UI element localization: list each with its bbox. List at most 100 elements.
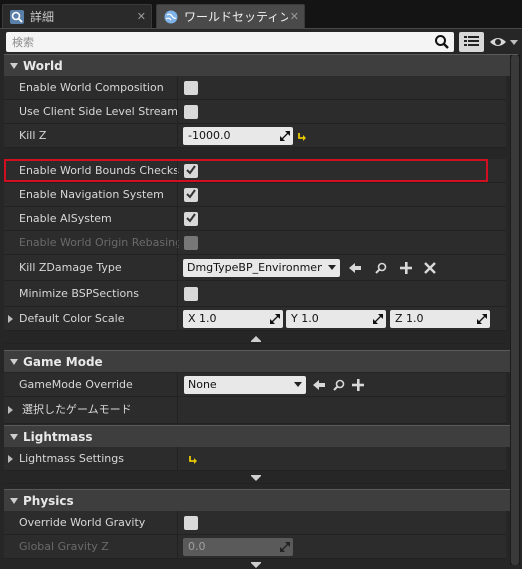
close-icon[interactable]: ✕ (137, 10, 146, 23)
column-divider (177, 124, 178, 148)
add-plus-icon[interactable] (400, 262, 412, 274)
global-gravity-z-field: 0.0 (183, 538, 293, 556)
property-label: Use Client Side Level Streaming (19, 105, 179, 118)
property-label: Lightmass Settings (19, 452, 124, 465)
view-options-button[interactable] (459, 32, 484, 52)
expand-advanced-row[interactable] (4, 559, 506, 569)
chevron-down-icon (251, 475, 261, 481)
category-lightmass[interactable]: Lightmass (4, 425, 518, 447)
property-global-gravity-z: Global Gravity Z 0.0 (4, 535, 506, 559)
property-label: Global Gravity Z (19, 540, 109, 553)
use-client-side-level-streaming-checkbox[interactable] (184, 105, 198, 119)
chevron-down-icon (294, 382, 302, 387)
vertical-scrollbar[interactable] (510, 55, 520, 565)
spacer (4, 148, 506, 159)
gamemode-override-dropdown[interactable]: None (184, 376, 306, 394)
property-label: Default Color Scale (19, 312, 125, 325)
category-physics-label: Physics (23, 493, 74, 508)
enable-world-composition-checkbox[interactable] (184, 81, 198, 95)
property-enable-world-composition: Enable World Composition (4, 76, 506, 100)
expand-arrow-icon[interactable] (8, 315, 13, 323)
chevron-up-icon (251, 336, 261, 342)
browse-magnifier-icon[interactable] (333, 379, 345, 391)
property-override-world-gravity: Override World Gravity (4, 511, 506, 535)
world-globe-icon (164, 10, 178, 23)
expand-arrow-icon[interactable] (8, 406, 13, 414)
collapse-arrow-icon (10, 62, 18, 69)
global-gravity-z-value: 0.0 (188, 540, 206, 553)
category-world[interactable]: World (4, 54, 518, 76)
reset-to-default-icon[interactable] (297, 131, 307, 141)
checkmark-icon (186, 213, 196, 223)
property-minimize-bsp-sections: Minimize BSPSections (4, 281, 506, 307)
property-kill-z-damage-type: Kill ZDamage Type DmgTypeBP_Environmenta… (4, 255, 506, 281)
color-scale-x-field[interactable]: X 1.0 (183, 310, 283, 328)
kill-z-damage-type-dropdown[interactable]: DmgTypeBP_Environmental (183, 259, 340, 277)
dropdown-value: None (188, 378, 217, 391)
collapse-arrow-icon (10, 497, 18, 504)
column-divider (177, 100, 178, 124)
column-divider (177, 397, 178, 424)
use-selected-arrow-icon[interactable] (313, 379, 325, 391)
color-scale-y-field[interactable]: Y 1.0 (286, 310, 386, 328)
minimize-bsp-sections-checkbox[interactable] (184, 287, 198, 301)
drag-arrows-icon (270, 314, 280, 324)
chevron-down-icon (328, 265, 336, 270)
property-lightmass-settings: Lightmass Settings (4, 447, 506, 471)
category-lightmass-label: Lightmass (23, 429, 93, 444)
property-label: Kill Z (19, 129, 47, 142)
checkmark-icon (186, 189, 196, 199)
column-divider (177, 373, 178, 397)
property-use-client-side-level-streaming: Use Client Side Level Streaming (4, 100, 506, 124)
tab-details-label: 詳細 (30, 10, 55, 24)
enable-navigation-system-checkbox[interactable] (184, 188, 198, 202)
property-enable-navigation-system: Enable Navigation System (4, 183, 506, 207)
property-label: Override World Gravity (19, 516, 146, 529)
tab-details[interactable]: 詳細 ✕ (2, 4, 152, 28)
property-label: 選択したゲームモード (22, 403, 132, 416)
collapse-arrow-icon (10, 358, 18, 365)
property-enable-ai-system: Enable AISystem (4, 207, 506, 231)
add-plus-icon[interactable] (352, 379, 364, 391)
collapse-advanced-row[interactable] (4, 332, 506, 344)
eye-icon (490, 38, 518, 46)
details-magnifier-icon (10, 9, 24, 24)
tab-world-settings[interactable]: ワールドセッティング ✕ (156, 4, 305, 28)
property-label: Enable World Origin Rebasing (19, 236, 179, 249)
color-scale-y-value: Y 1.0 (291, 312, 319, 325)
drag-arrows-icon (477, 314, 487, 324)
visibility-button[interactable] (488, 32, 520, 52)
enable-ai-system-checkbox[interactable] (184, 212, 198, 226)
column-divider (177, 207, 178, 231)
property-label: Enable AISystem (19, 212, 112, 225)
column-divider (177, 281, 178, 307)
scrollbar-thumb[interactable] (511, 55, 519, 565)
category-game-mode[interactable]: Game Mode (4, 350, 518, 372)
property-default-color-scale: Default Color Scale X 1.0 Y 1.0 Z 1.0 (4, 307, 506, 331)
property-selected-game-mode: 選択したゲームモード (4, 397, 506, 424)
close-icon[interactable]: ✕ (290, 10, 299, 23)
highlight-box (4, 159, 488, 182)
clear-x-icon[interactable] (424, 262, 436, 274)
search-icon[interactable] (434, 34, 450, 50)
category-physics[interactable]: Physics (4, 489, 518, 511)
expand-advanced-row[interactable] (4, 472, 506, 484)
expand-arrow-icon[interactable] (8, 455, 13, 463)
search-input[interactable] (6, 32, 432, 52)
search-box (6, 32, 454, 52)
column-divider (177, 447, 178, 471)
color-scale-z-value: Z 1.0 (395, 312, 424, 325)
override-world-gravity-checkbox[interactable] (184, 516, 198, 530)
kill-z-field[interactable]: -1000.0 (183, 127, 293, 145)
search-row (0, 28, 522, 55)
reset-to-default-icon[interactable] (188, 454, 198, 464)
drag-arrows-icon (373, 314, 383, 324)
color-scale-x-value: X 1.0 (188, 312, 217, 325)
use-selected-arrow-icon[interactable] (349, 262, 361, 274)
browse-magnifier-icon[interactable] (375, 262, 387, 274)
color-scale-z-field[interactable]: Z 1.0 (390, 310, 490, 328)
tab-bar: 詳細 ✕ ワールドセッティング ✕ (0, 0, 522, 28)
collapse-arrow-icon (10, 433, 18, 440)
column-divider (177, 535, 178, 559)
category-world-label: World (23, 58, 63, 73)
